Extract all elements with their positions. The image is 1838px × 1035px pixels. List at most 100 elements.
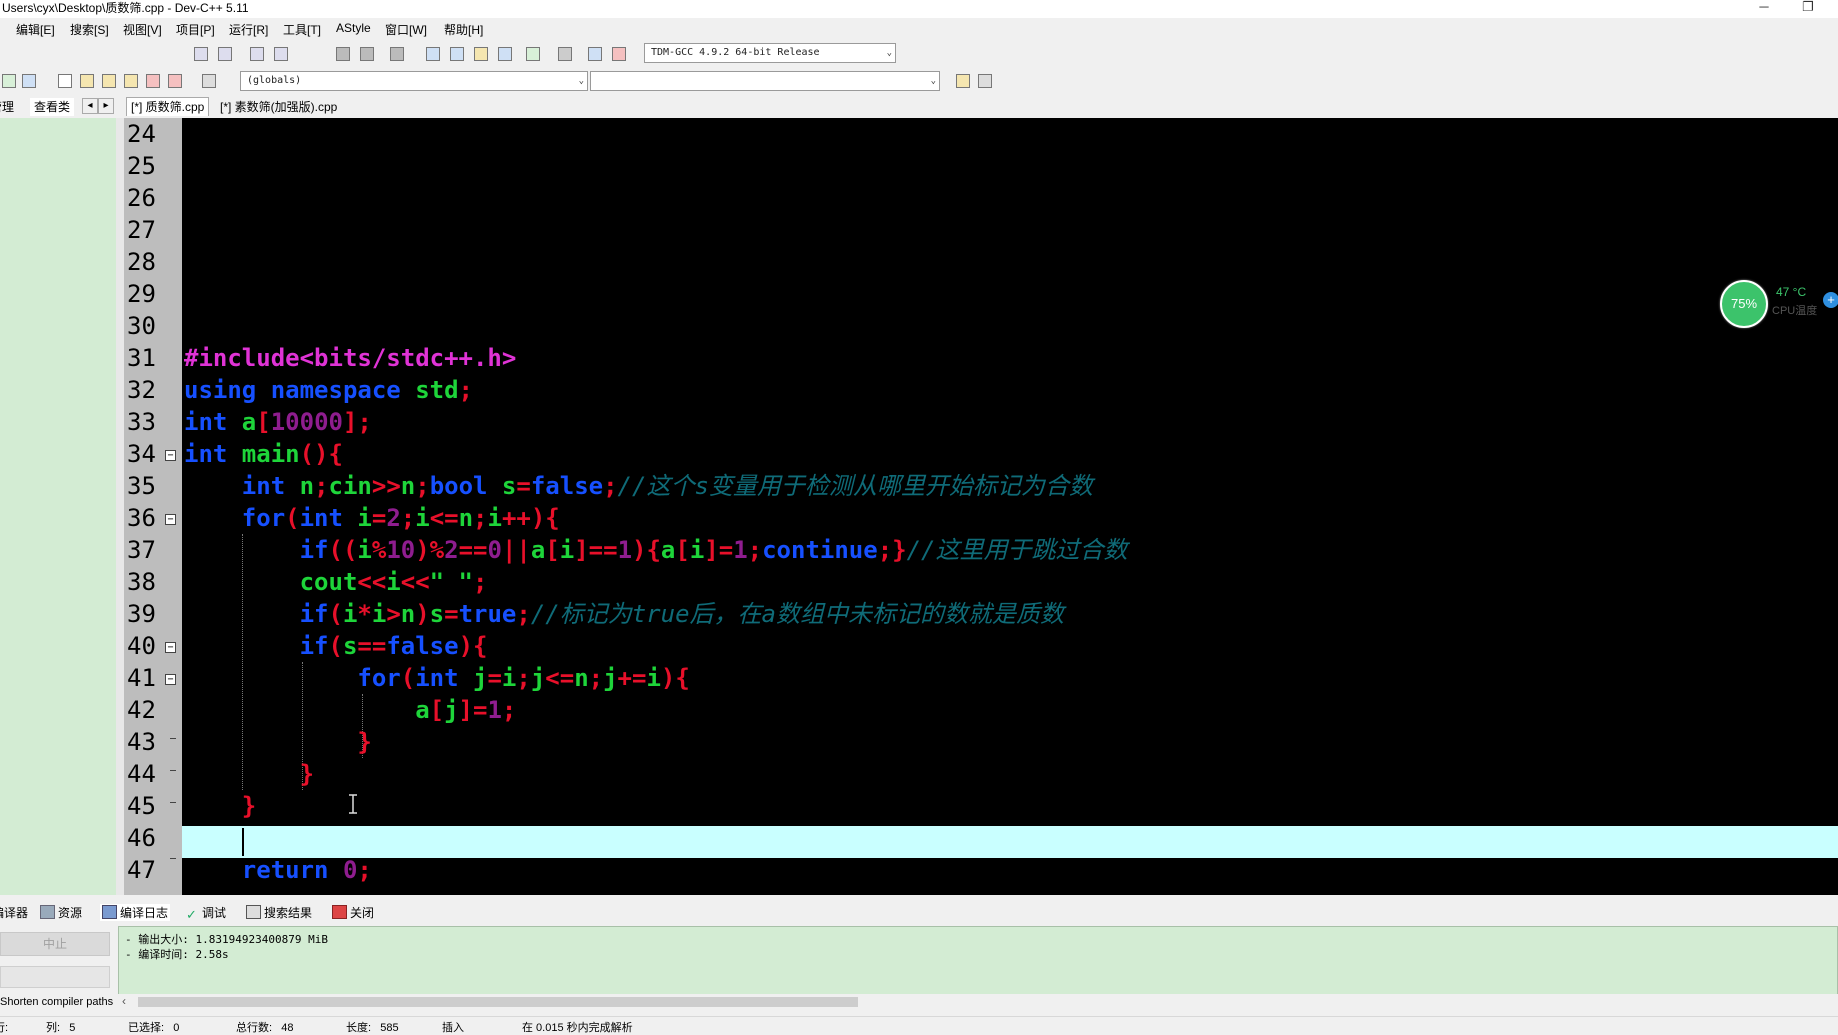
code-token: ) [415, 600, 430, 628]
replace-icon[interactable] [216, 45, 234, 63]
code-token: ; [400, 504, 416, 532]
code-token: [ [675, 536, 690, 564]
panel-splitter[interactable] [116, 118, 124, 895]
abort-button[interactable]: 中止 [0, 932, 110, 956]
code-token: ; [314, 472, 329, 500]
scroll-left-icon[interactable]: ‹ [122, 994, 126, 1008]
redo-icon[interactable] [976, 72, 994, 90]
compile-run-icon[interactable] [0, 72, 18, 90]
code-token: n [285, 472, 315, 500]
new-file-icon[interactable] [56, 72, 74, 90]
close-x-icon[interactable] [556, 45, 574, 63]
scope-value: (globals) [247, 75, 302, 86]
code-line-34: int main(){ [184, 438, 343, 470]
menu-search[interactable]: 搜索[S] [70, 21, 109, 38]
back-icon[interactable] [334, 45, 352, 63]
fold-end-tick [170, 738, 176, 739]
tab-resources[interactable]: 资源 [40, 904, 82, 921]
code-token: ; [458, 376, 473, 404]
nav-left-icon[interactable]: ◂ [82, 98, 98, 114]
code-token: ]; [342, 408, 372, 436]
scope-select[interactable]: (globals) ⌄ [240, 71, 588, 91]
compiler-select[interactable]: TDM-GCC 4.9.2 64-bit Release ⌄ [644, 43, 896, 63]
debug-icon[interactable] [20, 72, 38, 90]
menu-edit[interactable]: 编辑[E] [16, 21, 55, 38]
horizontal-scrollbar[interactable]: ‹ [118, 994, 1838, 1010]
line-number: 40 [127, 632, 156, 660]
code-token: || [501, 536, 531, 564]
save-all-icon[interactable] [122, 72, 140, 90]
project-panel [0, 118, 117, 895]
goto-icon[interactable] [388, 45, 406, 63]
code-token: > [386, 600, 401, 628]
forward-icon[interactable] [358, 45, 376, 63]
tab-manage[interactable]: 管理 [0, 98, 14, 116]
line-number: 29 [127, 280, 156, 308]
code-token: int [184, 440, 228, 468]
tab-debug[interactable]: ✓ 调试 [186, 904, 226, 921]
chart-icon[interactable] [586, 45, 604, 63]
tab-label: 调试 [202, 906, 227, 920]
menu-window[interactable]: 窗口[W] [385, 21, 427, 38]
log-line: - 输出大小: 1.83194923400879 MiB [125, 933, 328, 946]
new-project-icon[interactable] [424, 45, 442, 63]
tab-search-results[interactable]: 搜索结果 [246, 904, 312, 921]
tab-class-view[interactable]: 查看类 [30, 98, 75, 116]
undo-icon[interactable] [954, 72, 972, 90]
class-browser-icon[interactable] [472, 45, 490, 63]
close-all-icon[interactable] [166, 72, 184, 90]
line-number: 39 [127, 600, 156, 628]
code-token: (){ [299, 440, 343, 468]
code-token: main [227, 440, 300, 468]
cpu-monitor-widget[interactable]: 75% 47 °C CPU温度 + [1718, 278, 1838, 328]
code-token: int [415, 664, 459, 692]
code-line-43: } [184, 726, 371, 758]
toolbar-row-2: (globals) ⌄ ⌄ [0, 68, 1838, 94]
open-file-icon[interactable] [78, 72, 96, 90]
print-icon[interactable] [200, 72, 218, 90]
unindent-icon[interactable] [272, 45, 290, 63]
check-icon[interactable] [524, 45, 542, 63]
scrollbar-thumb[interactable] [138, 997, 858, 1007]
code-editor[interactable]: #include<bits/stdc++.h> using namespace … [182, 118, 1838, 895]
fold-end-tick [170, 802, 176, 803]
chevron-down-icon: ⌄ [886, 48, 892, 58]
nav-right-icon[interactable]: ▸ [98, 98, 114, 114]
code-token: for [241, 504, 286, 532]
project-options-icon[interactable] [448, 45, 466, 63]
menu-help[interactable]: 帮助[H] [444, 21, 483, 38]
tab-close[interactable]: 关闭 [332, 904, 374, 921]
shorten-paths-checkbox[interactable]: Shorten compiler paths [0, 996, 113, 1008]
menu-astyle[interactable]: AStyle [336, 21, 371, 35]
compile-log[interactable]: - 输出大小: 1.83194923400879 MiB - 编译时间: 2.5… [118, 926, 1838, 996]
profile-icon[interactable] [610, 45, 628, 63]
menu-project[interactable]: 项目[P] [176, 21, 215, 38]
menu-view[interactable]: 视图[V] [123, 21, 162, 38]
close-file-icon[interactable] [144, 72, 162, 90]
symbol-select[interactable]: ⌄ [590, 71, 940, 91]
fold-minus-icon[interactable]: − [165, 674, 176, 685]
indent-icon[interactable] [248, 45, 266, 63]
restore-button[interactable]: ❐ [1788, 0, 1828, 18]
code-token: s [487, 472, 517, 500]
minimize-button[interactable]: ─ [1744, 0, 1784, 18]
fold-minus-icon[interactable]: − [165, 450, 176, 461]
tab-compiler[interactable]: 编译器 [0, 904, 28, 921]
fold-minus-icon[interactable]: − [165, 514, 176, 525]
tab-compile-log[interactable]: 编译日志 [100, 904, 171, 921]
code-token: [ [256, 408, 271, 436]
code-token: >> [371, 472, 401, 500]
tab-file-primes[interactable]: [*] 质数筛.cpp [126, 97, 210, 116]
line-number: 24 [127, 120, 156, 148]
menu-tools[interactable]: 工具[T] [283, 21, 321, 38]
menu-bar: 编辑[E] 搜索[S] 视图[V] 项目[P] 运行[R] 工具[T] ASty… [0, 18, 1838, 40]
tab-file-primes-enhanced[interactable]: [*] 素数筛(加强版).cpp [220, 98, 337, 116]
close-icon [332, 905, 347, 919]
menu-run[interactable]: 运行[R] [229, 21, 268, 38]
windows-icon[interactable] [496, 45, 514, 63]
plus-icon[interactable]: + [1823, 292, 1838, 308]
save-icon[interactable] [100, 72, 118, 90]
fold-minus-icon[interactable]: − [165, 642, 176, 653]
find-icon[interactable] [192, 45, 210, 63]
code-token: = [371, 504, 387, 532]
